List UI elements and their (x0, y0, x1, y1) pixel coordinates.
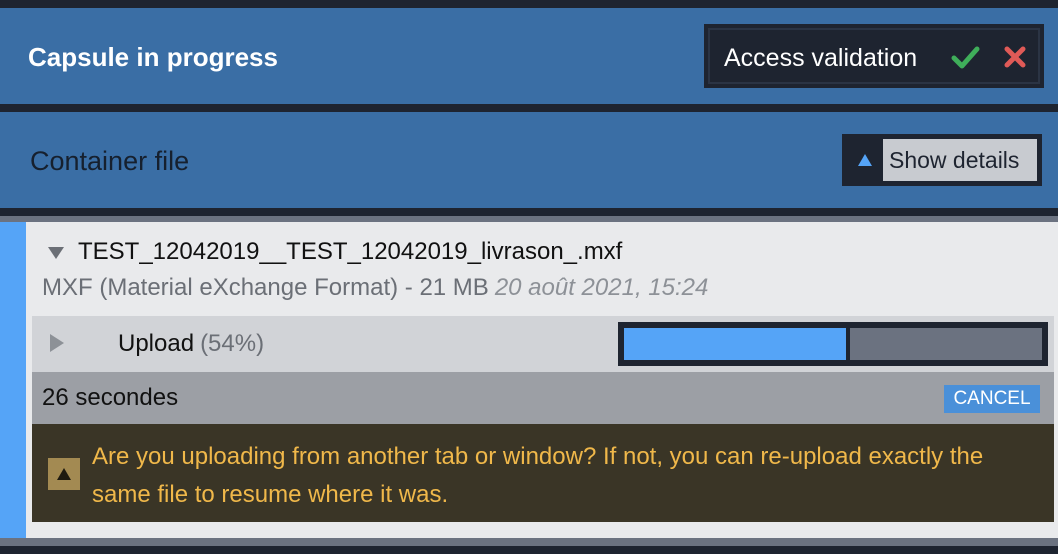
selection-stripe (0, 222, 26, 538)
cancel-button[interactable]: CANCEL (944, 385, 1040, 413)
container-header: Container file Show details (0, 112, 1058, 208)
show-details-button[interactable]: Show details (842, 134, 1042, 186)
access-validation-inner: Access validation (708, 28, 1040, 84)
upload-label: Upload (54%) (118, 330, 264, 358)
file-format-size: MXF (Material eXchange Format) - 21 MB (42, 274, 489, 301)
top-border (0, 0, 1058, 8)
warning-text: Are you uploading from another tab or wi… (92, 443, 984, 508)
collapse-triangle-icon[interactable] (48, 246, 64, 259)
progress-fill (624, 328, 850, 360)
show-details-inner: Show details (847, 139, 1037, 181)
time-remaining-row: 26 secondes CANCEL (32, 372, 1054, 424)
warning-triangle-icon (48, 458, 80, 490)
separator (0, 104, 1058, 112)
capsule-header: Capsule in progress Access validation (0, 8, 1058, 104)
access-validation-box: Access validation (704, 24, 1044, 88)
container-title: Container file (30, 146, 190, 176)
file-name: TEST_12042019__TEST_12042019_livrason_.m… (78, 238, 623, 265)
check-icon[interactable] (950, 42, 980, 72)
show-details-label: Show details (889, 146, 1020, 173)
cross-icon[interactable] (1002, 44, 1028, 70)
separator (0, 208, 1058, 216)
upload-progress-bar (618, 322, 1048, 366)
file-panel: TEST_12042019__TEST_12042019_livrason_.m… (0, 222, 1058, 538)
time-remaining: 26 secondes (42, 384, 179, 411)
file-date: 20 août 2021, 15:24 (494, 274, 709, 301)
bottom-border-inner (0, 538, 1058, 546)
access-validation-label: Access validation (724, 44, 918, 72)
warning-banner: Are you uploading from another tab or wi… (32, 424, 1054, 522)
progress-track (624, 328, 1042, 360)
upload-row: Upload (54%) (32, 316, 1054, 372)
upload-text: Upload (118, 330, 195, 357)
bottom-border (0, 538, 1058, 554)
file-meta: MXF (Material eXchange Format) - 21 MB 20… (42, 274, 708, 302)
capsule-title: Capsule in progress (28, 42, 278, 72)
expand-triangle-icon[interactable] (50, 334, 64, 352)
triangle-up-icon (847, 139, 883, 181)
upload-percent: (54%) (200, 330, 265, 357)
